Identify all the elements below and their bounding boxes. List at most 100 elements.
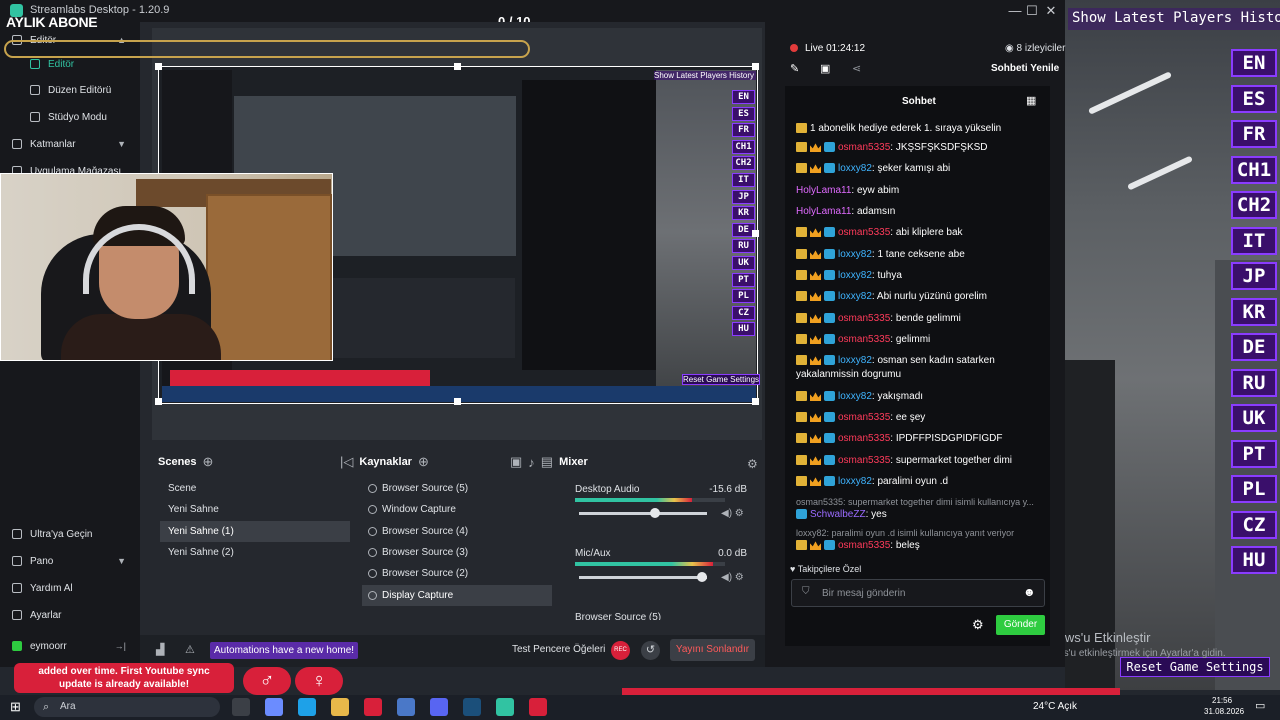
edit-icon[interactable]: ✎ [790,62,799,75]
chat-username[interactable]: loxxy82 [838,391,872,402]
chat-username[interactable]: HolyLama11 [796,206,851,217]
test-windows-label[interactable]: Test Pencere Öğeleri [512,644,605,655]
windows-start-icon[interactable]: ⊞ [10,699,21,715]
resize-handle[interactable] [155,63,162,70]
speaker-icon[interactable]: ◀) ⚙ [721,572,744,583]
sidebar-user[interactable]: eymoorr →| [0,634,140,658]
resize-handle[interactable] [155,398,162,405]
volume-slider-knob[interactable] [697,572,707,582]
chat-username[interactable]: loxxy82 [838,355,872,366]
logout-icon[interactable]: →| [115,641,126,651]
emoji-icon[interactable]: ☻ [1023,585,1036,599]
app-red-icon[interactable] [529,698,547,716]
source-item[interactable]: Browser Source (4) [362,521,552,542]
sidebar-item-layers[interactable]: Katmanlar ▼ [0,132,140,156]
alert-icon[interactable]: ⚠ [185,643,195,656]
opera-icon[interactable] [364,698,382,716]
add-scene-icon[interactable]: ⊕ [203,454,214,470]
scene-item[interactable]: Yeni Sahne (2) [160,542,350,563]
chat-message: loxxy82: osman sen kadın satarken [796,355,1046,366]
volume-slider-knob[interactable] [649,508,660,518]
close-icon[interactable]: ✕ [1040,2,1062,20]
speaker-icon[interactable]: ◀) ⚙ [721,508,744,519]
source-item[interactable]: Browser Source (2) [362,563,552,584]
streamlabs-icon[interactable] [496,698,514,716]
copilot-icon[interactable] [265,698,283,716]
sidebar-item-settings[interactable]: Ayarlar [0,603,140,627]
chat-username[interactable]: HolyLama11 [796,185,851,196]
chat-username[interactable]: loxxy82 [838,291,872,302]
source-item[interactable]: Window Capture [362,499,552,520]
notification-icon[interactable]: ▭ [1255,699,1265,712]
camera-icon[interactable]: ▣ [820,62,830,75]
chat-message-text: bende gelimmi [895,313,961,324]
discord-icon[interactable] [430,698,448,716]
audio-tool-icon[interactable]: ♪ [528,455,535,470]
volume-slider[interactable] [579,572,707,582]
preview-language-badge: EN [732,90,755,104]
resize-handle[interactable] [752,63,759,70]
chat-username[interactable]: osman5335 [838,334,890,345]
share-icon[interactable]: ⋖ [852,62,861,75]
chat-users-icon[interactable]: ▦ [1026,94,1036,107]
resize-handle[interactable] [454,398,461,405]
send-button[interactable]: Gönder [996,615,1045,635]
chat-message: osman5335: IPDFFPISDGPIDFIGDF [796,433,1046,444]
dashboard-icon [12,556,22,566]
source-item[interactable]: Browser Source (5) [362,478,552,499]
chat-settings-gear-icon[interactable]: ⚙ [972,617,984,633]
chat-username[interactable]: osman5335 [838,540,890,551]
sidebar-item-help[interactable]: Yardım Al [0,576,140,600]
reset-game-settings-button[interactable]: Reset Game Settings [1120,657,1270,677]
sidebar-item-layout-editor[interactable]: Düzen Editörü [0,78,140,102]
source-tool-icon[interactable]: ▣ [510,454,522,470]
stats-icon[interactable]: ▟ [156,643,164,656]
source-item[interactable]: Display Capture [362,584,552,606]
chat-message-text: Abi nurlu yüzünü gorelim [876,291,987,302]
monthly-sub-label: AYLIK ABONE [6,14,98,30]
chat-input-box[interactable]: ⛉ ☻ [791,579,1045,607]
add-source-icon[interactable]: ⊕ [418,454,429,470]
preview-reset-game: Reset Game Settings [682,374,761,385]
chat-username[interactable]: osman5335 [838,455,890,466]
file-explorer-icon[interactable] [331,698,349,716]
chat-username[interactable]: osman5335 [838,142,890,153]
replay-icon[interactable]: ↺ [641,641,660,660]
chat-username[interactable]: osman5335 [838,313,890,324]
scene-item[interactable]: Yeni Sahne [160,499,350,520]
edge-icon[interactable] [298,698,316,716]
vip-badge-icon [824,476,835,487]
sidebar-item-studio-mode[interactable]: Stüdyo Modu [0,105,140,129]
app-icon[interactable] [397,698,415,716]
task-view-icon[interactable] [232,698,250,716]
chat-username[interactable]: osman5335 [838,433,890,444]
source-item[interactable]: Browser Source (3) [362,542,552,563]
collapse-icon[interactable]: |◁ [340,454,353,470]
mixer-gear-icon[interactable]: ⚙ [747,457,758,471]
chat-username[interactable]: loxxy82 [838,476,872,487]
automation-notice[interactable]: Automations have a new home! [210,642,359,659]
steam-icon[interactable] [463,698,481,716]
sidebar-item-pano[interactable]: Pano ▼ [0,549,140,573]
globe-icon [368,484,377,493]
resize-handle[interactable] [752,230,759,237]
chat-username[interactable]: loxxy82 [838,270,872,281]
weather-widget[interactable]: 24°C Açık [1033,701,1077,712]
chat-username[interactable]: loxxy82 [838,249,872,260]
folder-icon[interactable]: ▤ [541,454,553,470]
end-stream-button[interactable]: Yayını Sonlandır [670,639,755,661]
resize-handle[interactable] [752,398,759,405]
refresh-chat-button[interactable]: Sohbeti Yenile [991,63,1059,74]
volume-slider[interactable] [579,508,707,518]
chat-username[interactable]: SchwalbeZZ [810,509,866,520]
scene-item[interactable]: Scene [160,478,350,499]
taskbar-search[interactable]: ⌕ Ara [34,697,220,717]
scene-item[interactable]: Yeni Sahne (1) [160,520,350,542]
record-button[interactable]: REC [611,641,630,660]
chat-username[interactable]: osman5335 [838,412,890,423]
chat-username[interactable]: loxxy82 [838,163,872,174]
chat-username[interactable]: osman5335 [838,227,890,238]
chat-input[interactable] [822,586,1012,600]
resize-handle[interactable] [454,63,461,70]
sidebar-item-ultra[interactable]: Ultra'ya Geçin [0,522,140,546]
